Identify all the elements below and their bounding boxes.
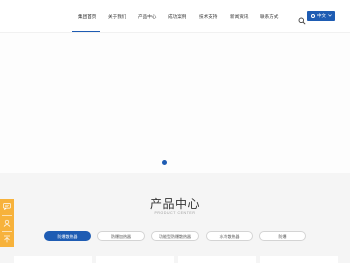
- products-section: [0, 173, 350, 263]
- header: 集团首页 关于我们 产品中心 成功案例 技术支持 新闻资讯 联系方式 中文: [0, 0, 350, 32]
- back-to-top-button[interactable]: [0, 232, 14, 246]
- nav-item-support[interactable]: 技术支持: [199, 14, 217, 20]
- message-button[interactable]: [0, 200, 14, 214]
- nav-item-contact[interactable]: 联系方式: [260, 14, 278, 20]
- product-card[interactable]: [96, 256, 174, 263]
- search-icon[interactable]: [298, 12, 306, 25]
- tab-explosion-proof-heater[interactable]: 防爆加热器: [97, 231, 145, 241]
- carousel-dot[interactable]: [162, 160, 167, 165]
- nav-item-news[interactable]: 新闻资讯: [230, 14, 248, 20]
- arrow-up-icon: [4, 235, 10, 243]
- language-button[interactable]: 中文: [307, 11, 335, 21]
- tab-functional-radiator[interactable]: 功能型防爆散热器: [151, 231, 199, 241]
- floating-contact-bar: [0, 199, 14, 247]
- section-title: 产品中心: [149, 197, 200, 211]
- chat-icon: [3, 203, 11, 210]
- section-subtitle: PRODUCT CENTER: [154, 211, 196, 215]
- nav-item-cases[interactable]: 成功案例: [168, 14, 186, 20]
- product-card[interactable]: [14, 256, 92, 263]
- chevron-down-icon: [328, 14, 332, 17]
- nav-item-home[interactable]: 集团首页: [78, 14, 96, 20]
- language-label: 中文: [317, 13, 326, 18]
- globe-icon: [311, 13, 315, 18]
- tab-explosion-proof-radiator[interactable]: 防爆散热器: [44, 231, 91, 241]
- nav-item-products[interactable]: 产品中心: [138, 14, 156, 20]
- tab-explosion-proof[interactable]: 防爆: [259, 231, 306, 241]
- product-card[interactable]: [260, 256, 338, 263]
- nav-item-about[interactable]: 关于我们: [108, 14, 126, 20]
- customer-service-button[interactable]: [0, 216, 14, 230]
- user-service-icon: [3, 219, 11, 227]
- tab-water-cooled-radiator[interactable]: 水冷散热器: [206, 231, 253, 241]
- hero-banner: [0, 32, 350, 173]
- product-card[interactable]: [178, 256, 256, 263]
